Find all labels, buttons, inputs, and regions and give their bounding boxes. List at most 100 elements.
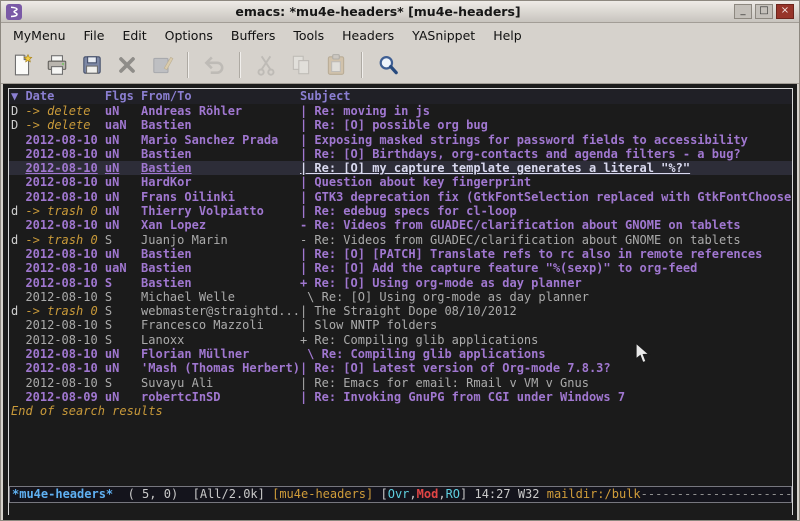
message-row[interactable]: 2012-08-10uNFrans Oilinki| GTK3 deprecat… (9, 190, 792, 204)
mark-cell: d (11, 233, 25, 247)
message-row[interactable]: 2012-08-10uNXan Lopez- Re: Videos from G… (9, 218, 792, 232)
date-cell: 2012-08-10 (25, 276, 104, 290)
mark-cell (11, 333, 25, 347)
date-cell: 2012-08-10 (25, 218, 104, 232)
subject-cell: | Re: moving in js (300, 104, 792, 118)
date-cell: 2012-08-10 (25, 261, 104, 275)
modeline-segment: [ (373, 487, 387, 501)
copy-icon (286, 50, 316, 80)
menu-item-headers[interactable]: Headers (333, 25, 403, 46)
message-row[interactable]: 2012-08-10uNBastien| Re: [O] [PATCH] Tra… (9, 247, 792, 261)
from-cell: Bastien (141, 118, 300, 132)
mark-action-cell: -> delete (25, 104, 104, 118)
maximize-button[interactable]: □ (755, 4, 773, 19)
message-row[interactable]: 2012-08-10SBastien+ Re: [O] Using org-mo… (9, 276, 792, 290)
subject-cell: | GTK3 deprecation fix (GtkFontSelection… (300, 190, 792, 204)
flags-cell: uN (105, 133, 141, 147)
mark-cell (11, 133, 25, 147)
title-bar[interactable]: emacs: *mu4e-headers* [mu4e-headers] _□× (1, 1, 799, 23)
emacs-window: emacs: *mu4e-headers* [mu4e-headers] _□×… (0, 0, 800, 521)
subject-cell: - Re: Videos from GUADEC/clarification a… (300, 218, 792, 232)
from-cell: webmaster@straightd... (141, 304, 300, 318)
subject-cell: | Exposing masked strings for password f… (300, 133, 792, 147)
subject-cell: | Re: [O] my capture template generates … (300, 161, 792, 175)
from-cell: Suvayu Ali (141, 376, 300, 390)
flags-cell: uN (105, 347, 141, 361)
mark-action-cell: -> trash 0 (25, 304, 104, 318)
modeline-segment: ] (460, 487, 474, 501)
undo-icon (199, 50, 229, 80)
save-as-icon (147, 50, 177, 80)
modeline-segment: , (409, 487, 416, 501)
mark-cell (11, 247, 25, 261)
from-cell: Francesco Mazzoli (141, 318, 300, 332)
message-row[interactable]: d-> trash 0uNThierry Volpiatto| Re: edeb… (9, 204, 792, 218)
menu-item-file[interactable]: File (75, 25, 114, 46)
mark-cell (11, 276, 25, 290)
modeline-segment: maildir:/bulk (547, 487, 641, 501)
from-cell: Bastien (141, 276, 300, 290)
message-row[interactable]: d-> trash 0Swebmaster@straightd...| The … (9, 304, 792, 318)
date-cell: 2012-08-10 (25, 318, 104, 332)
message-row[interactable]: 2012-08-10uNFlorian Müllner \ Re: Compil… (9, 347, 792, 361)
from-cell: Florian Müllner (141, 347, 300, 361)
column-flags[interactable]: Flgs (105, 89, 141, 104)
new-file-icon[interactable] (7, 50, 37, 80)
toolbar-separator (187, 52, 189, 78)
buffer-empty-space (9, 419, 792, 486)
message-row[interactable]: 2012-08-10SMichael Welle \ Re: [O] Using… (9, 290, 792, 304)
menu-item-buffers[interactable]: Buffers (222, 25, 284, 46)
print-icon[interactable] (42, 50, 72, 80)
column-from[interactable]: From/To (141, 89, 300, 104)
menu-item-options[interactable]: Options (156, 25, 222, 46)
message-row[interactable]: D-> deleteuaNBastien| Re: [O] possible o… (9, 118, 792, 132)
kill-buffer-icon[interactable] (112, 50, 142, 80)
message-row-current[interactable]: 2012-08-10uNBastien| Re: [O] my capture … (9, 161, 792, 175)
menu-item-tools[interactable]: Tools (284, 25, 333, 46)
message-row[interactable]: 2012-08-10SSuvayu Ali| Re: Emacs for ema… (9, 376, 792, 390)
sort-indicator[interactable]: ▼ (11, 89, 25, 104)
message-row[interactable]: 2012-08-10uN'Mash (Thomas Herbert)| Re: … (9, 361, 792, 375)
message-row[interactable]: 2012-08-10SLanoxx+ Re: Compiling glib ap… (9, 333, 792, 347)
message-row[interactable]: 2012-08-10uNMario Sanchez Prada| Exposin… (9, 133, 792, 147)
column-subject[interactable]: Subject (300, 89, 792, 104)
message-row[interactable]: 2012-08-10SFrancesco Mazzoli| Slow NNTP … (9, 318, 792, 332)
message-row[interactable]: 2012-08-10uNHardKor| Question about key … (9, 175, 792, 189)
flags-cell: uaN (105, 261, 141, 275)
menu-item-help[interactable]: Help (484, 25, 531, 46)
subject-cell: | Re: edebug specs for cl-loop (300, 204, 792, 218)
message-row[interactable]: 2012-08-10uaNBastien| Re: [O] Add the ca… (9, 261, 792, 275)
mark-action-cell: -> trash 0 (25, 233, 104, 247)
mark-cell (11, 361, 25, 375)
modeline-segment: *mu4e-headers* (12, 487, 113, 501)
column-date[interactable]: Date (25, 89, 104, 104)
flags-cell: S (105, 276, 141, 290)
from-cell: robertcInSD (141, 390, 300, 404)
subject-cell: | Re: [O] Birthdays, org-contacts and ag… (300, 147, 792, 161)
search-icon[interactable] (373, 50, 403, 80)
from-cell: 'Mash (Thomas Herbert) (141, 361, 300, 375)
message-row[interactable]: 2012-08-09uNrobertcInSD| Re: Invoking Gn… (9, 390, 792, 404)
mark-cell: d (11, 204, 25, 218)
modeline-segment: Mod (417, 487, 439, 501)
modeline-segment: [mu4e-headers] (272, 487, 373, 501)
close-button[interactable]: × (776, 4, 794, 19)
message-row[interactable]: d-> trash 0SJuanjo Marin- Re: Videos fro… (9, 233, 792, 247)
message-row[interactable]: D-> deleteuNAndreas Röhler| Re: moving i… (9, 104, 792, 118)
menu-item-yasnippet[interactable]: YASnippet (403, 25, 484, 46)
modeline-segment: , (438, 487, 445, 501)
flags-cell: S (105, 233, 141, 247)
headers-column-bar: ▼ Date Flgs From/To Subject (9, 89, 792, 104)
date-cell: 2012-08-10 (25, 361, 104, 375)
flags-cell: uN (105, 161, 141, 175)
toolbar-separator (361, 52, 363, 78)
minimize-button[interactable]: _ (734, 4, 752, 19)
from-cell: Juanjo Marin (141, 233, 300, 247)
echo-area[interactable] (9, 503, 792, 515)
menu-item-edit[interactable]: Edit (113, 25, 155, 46)
save-icon[interactable] (77, 50, 107, 80)
message-row[interactable]: 2012-08-10uNBastien| Re: [O] Birthdays, … (9, 147, 792, 161)
mark-cell (11, 347, 25, 361)
subject-cell: + Re: Compiling glib applications (300, 333, 792, 347)
menu-item-mymenu[interactable]: MyMenu (4, 25, 75, 46)
